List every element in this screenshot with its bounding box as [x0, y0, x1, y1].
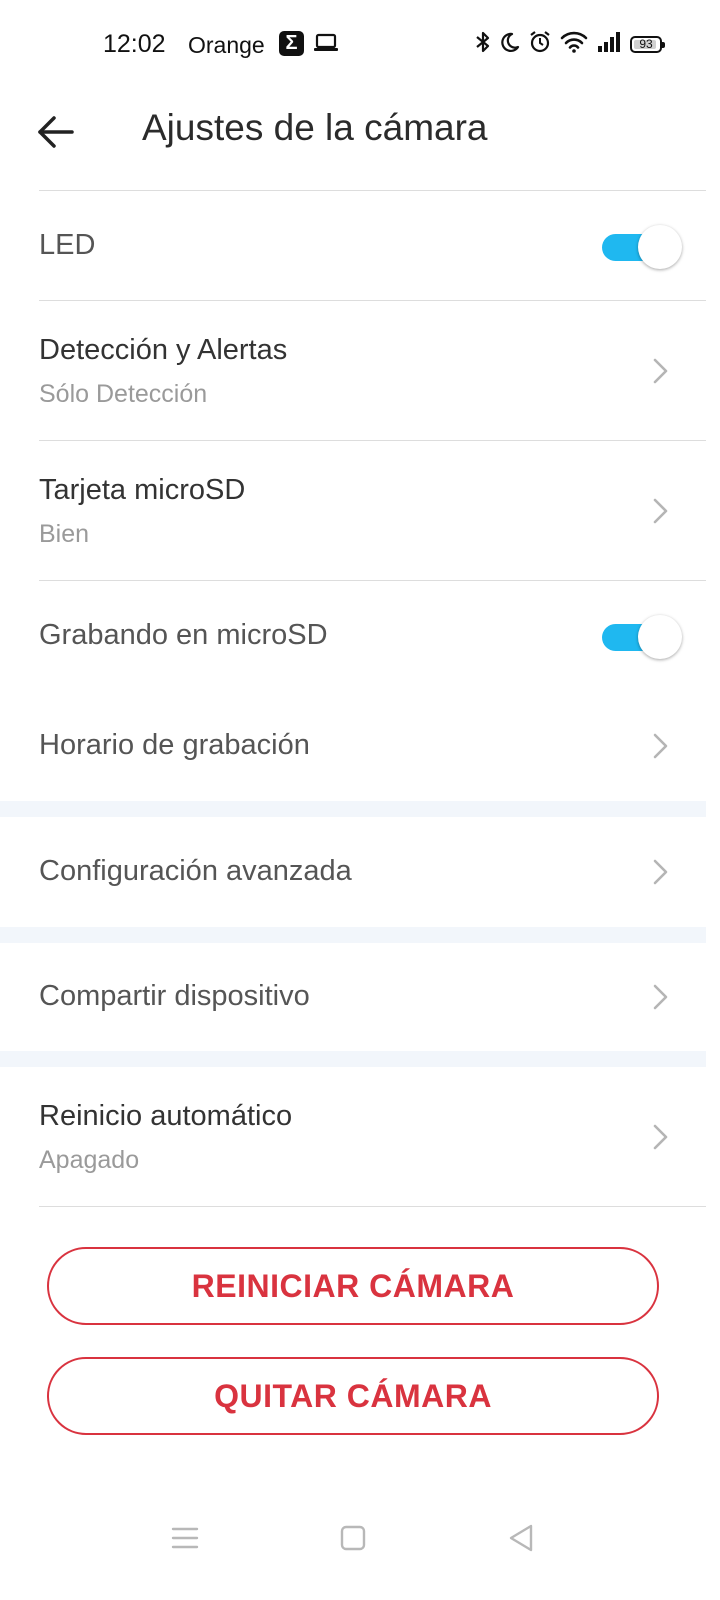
chevron-right-icon — [653, 498, 668, 524]
setting-share-label: Compartir dispositivo — [39, 980, 310, 1012]
setting-detection-label: Detección y Alertas — [39, 334, 288, 366]
chevron-right-icon — [653, 859, 668, 885]
system-navigation-bar — [0, 1490, 720, 1600]
setting-advanced-label: Configuración avanzada — [39, 855, 352, 887]
setting-advanced[interactable]: Configuración avanzada — [0, 817, 720, 927]
setting-microsd-label: Tarjeta microSD — [39, 474, 246, 506]
chevron-right-icon — [653, 984, 668, 1010]
setting-recording: Grabando en microSD — [0, 581, 720, 691]
battery-icon: 93 — [630, 35, 665, 53]
chevron-right-icon — [653, 358, 668, 384]
setting-microsd[interactable]: Tarjeta microSD Bien — [0, 441, 720, 580]
app-header: Ajustes de la cámara — [0, 88, 720, 190]
sigma-app-icon: Σ — [279, 31, 304, 56]
setting-auto-restart-label: Reinicio automático — [39, 1100, 293, 1132]
status-carrier: Orange — [188, 32, 265, 58]
setting-led: LED — [0, 191, 720, 300]
setting-auto-restart[interactable]: Reinicio automático Apagado — [0, 1067, 720, 1206]
home-nav-button[interactable] — [323, 1508, 383, 1568]
led-toggle[interactable] — [600, 224, 682, 269]
restart-camera-button[interactable]: REINICIAR CÁMARA — [47, 1247, 659, 1325]
status-bar: 12:02 Orange Σ 93 — [0, 0, 720, 88]
section-separator — [0, 801, 706, 817]
section-separator — [0, 927, 706, 943]
back-button[interactable] — [30, 106, 82, 158]
setting-microsd-value: Bien — [39, 520, 90, 548]
battery-percentage: 93 — [639, 37, 653, 51]
back-triangle-icon — [509, 1524, 533, 1552]
wifi-icon — [560, 31, 588, 58]
setting-schedule-label: Horario de grabación — [39, 729, 310, 761]
status-icons: 93 — [474, 30, 665, 59]
back-nav-button[interactable] — [491, 1508, 551, 1568]
laptop-icon — [313, 32, 339, 59]
menu-icon — [171, 1527, 199, 1549]
setting-share[interactable]: Compartir dispositivo — [0, 943, 720, 1051]
camera-settings-screen: 12:02 Orange Σ 93 Ajustes de la cámara L… — [0, 0, 720, 1600]
home-square-icon — [340, 1525, 366, 1551]
setting-led-label: LED — [39, 229, 96, 261]
recording-toggle-knob — [638, 615, 682, 659]
remove-camera-button[interactable]: QUITAR CÁMARA — [47, 1357, 659, 1435]
recording-toggle[interactable] — [600, 614, 682, 659]
moon-icon — [500, 31, 520, 58]
page-title: Ajustes de la cámara — [142, 107, 488, 148]
setting-detection-value: Sólo Detección — [39, 380, 208, 408]
bluetooth-icon — [474, 30, 492, 59]
arrow-left-icon — [38, 116, 74, 148]
menu-nav-button[interactable] — [155, 1508, 215, 1568]
setting-detection[interactable]: Detección y Alertas Sólo Detección — [0, 301, 720, 440]
section-separator — [0, 1051, 706, 1067]
setting-recording-label: Grabando en microSD — [39, 619, 328, 651]
status-time: 12:02 — [103, 30, 166, 58]
alarm-icon — [528, 30, 552, 59]
led-toggle-knob — [638, 225, 682, 269]
setting-auto-restart-value: Apagado — [39, 1146, 140, 1174]
signal-icon — [596, 31, 622, 58]
divider — [39, 1206, 706, 1207]
setting-schedule[interactable]: Horario de grabación — [0, 691, 720, 801]
chevron-right-icon — [653, 1124, 668, 1150]
chevron-right-icon — [653, 733, 668, 759]
